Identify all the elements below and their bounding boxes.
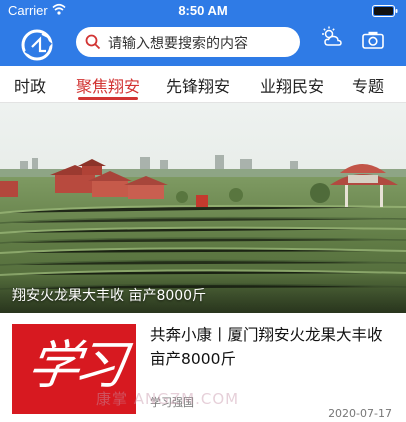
article-source: 学习强国 — [150, 396, 194, 409]
search-box[interactable]: 请输入想要搜索的内容 — [76, 27, 300, 57]
news-list-item[interactable]: 学习 共奔小康丨厦门翔安火龙果大丰收 亩产8000斤 学习强国 2020-07-… — [0, 313, 406, 422]
article-title[interactable]: 共奔小康丨厦门翔安火龙果大丰收 亩产8000斤 — [150, 323, 390, 371]
tab-zhuanti[interactable]: 专题 — [352, 73, 384, 97]
app-bar: 请输入想要搜索的内容 — [0, 22, 406, 66]
category-tabs: 时政 聚焦翔安 先锋翔安 业翔民安 专题 — [0, 66, 406, 103]
tab-yexiang-minan[interactable]: 业翔民安 — [260, 73, 324, 97]
app-header: Carrier 8:50 AM 请输入想要搜索的内容 — [0, 0, 406, 66]
camera-icon[interactable] — [362, 31, 384, 49]
thumbnail-text: 学习 — [23, 336, 125, 396]
status-time: 8:50 AM — [178, 3, 228, 18]
tab-shizheng[interactable]: 时政 — [14, 73, 46, 97]
search-placeholder: 请输入想要搜索的内容 — [108, 36, 248, 52]
tab-xianfeng-xiangan[interactable]: 先锋翔安 — [166, 73, 230, 97]
xiangan-logo-icon[interactable] — [20, 28, 54, 62]
search-icon — [85, 34, 101, 50]
tab-jujiao-xiangan[interactable]: 聚焦翔安 — [76, 73, 140, 97]
status-bar: Carrier 8:50 AM — [0, 0, 406, 22]
article-thumbnail: 学习 — [12, 324, 136, 414]
battery-icon — [372, 5, 398, 17]
article-date: 2020-07-17 — [328, 407, 392, 420]
hero-banner[interactable]: 翔安火龙果大丰收 亩产8000斤 — [0, 103, 406, 313]
hero-caption: 翔安火龙果大丰收 亩产8000斤 — [12, 288, 207, 304]
weather-icon[interactable] — [320, 26, 344, 48]
active-tab-indicator — [78, 97, 138, 100]
